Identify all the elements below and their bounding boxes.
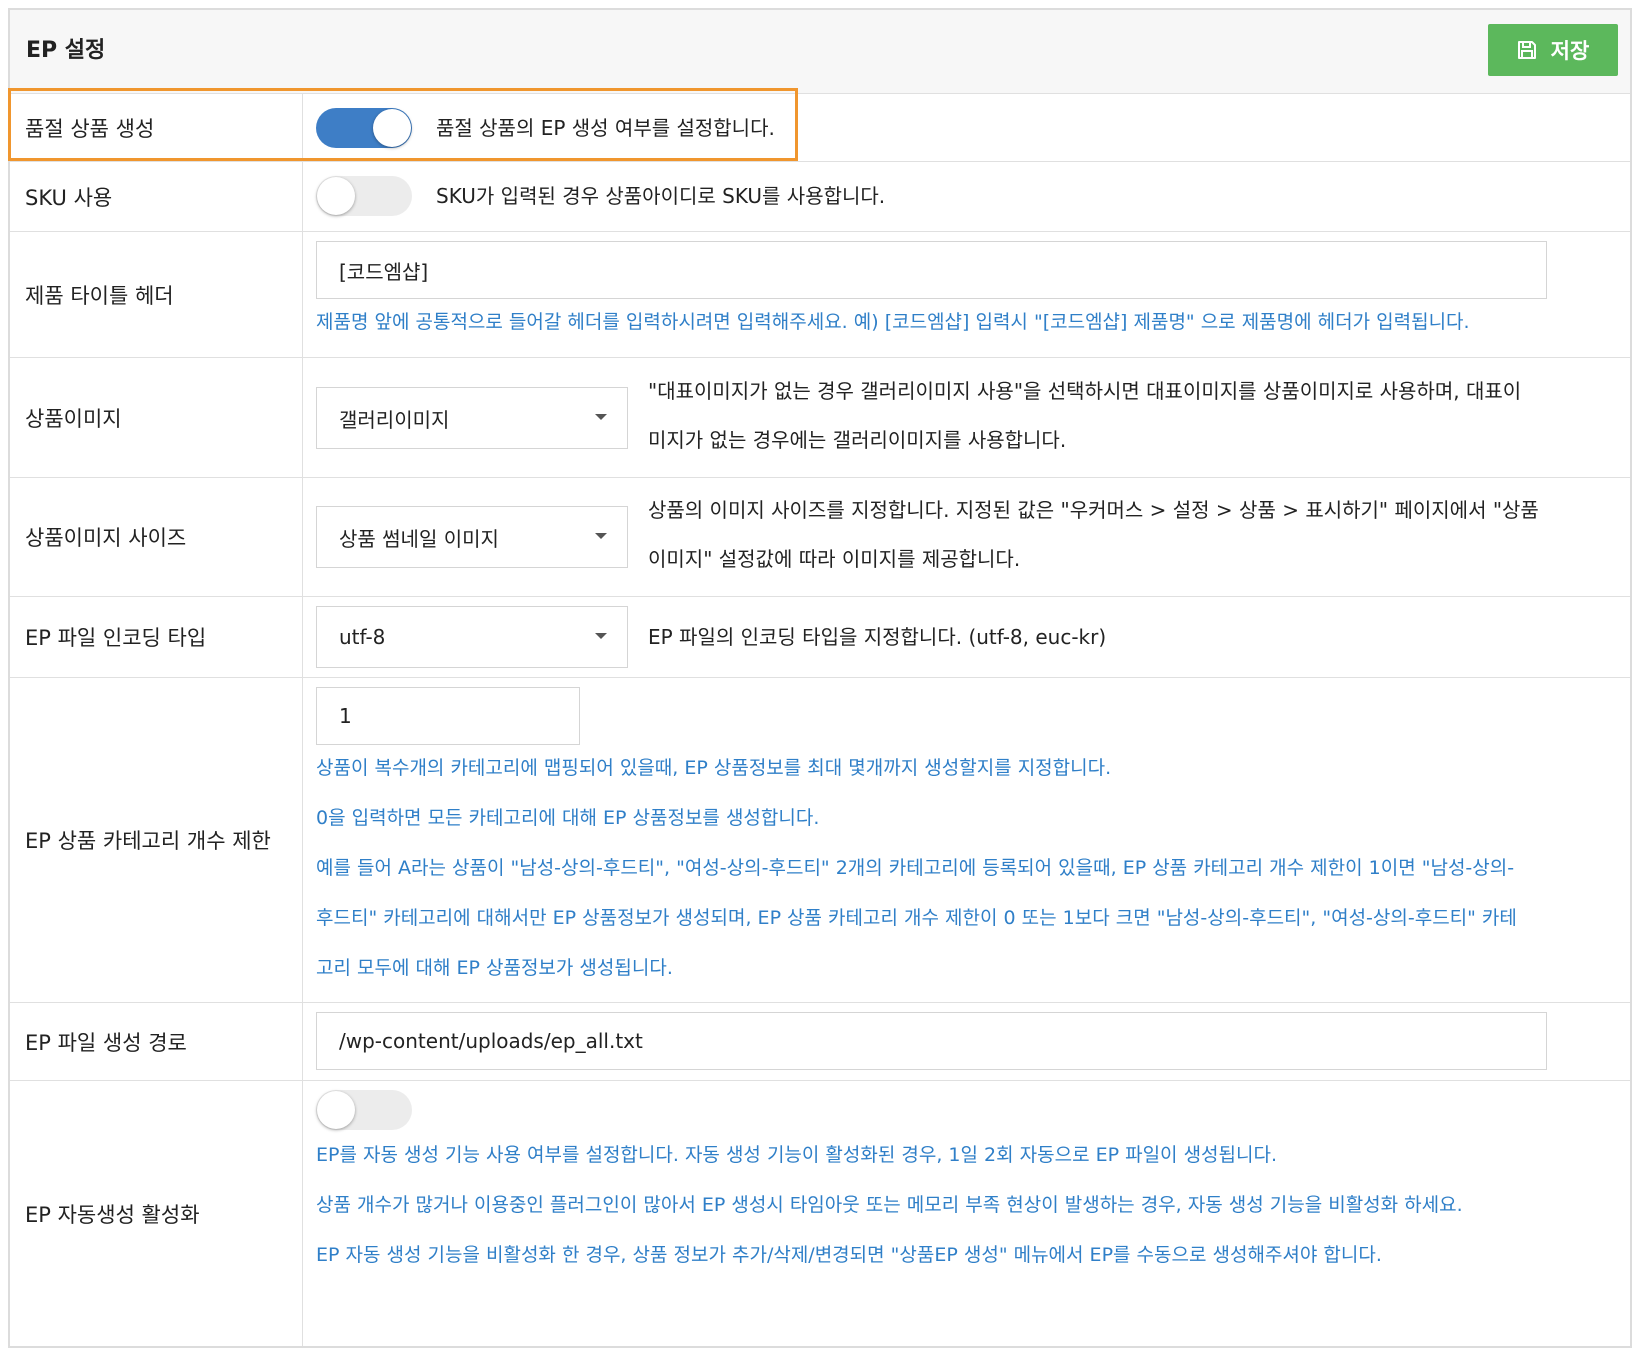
- row-label-file-path: EP 파일 생성 경로: [10, 1003, 303, 1080]
- file-path-input[interactable]: /wp-content/uploads/ep_all.txt: [316, 1012, 1547, 1070]
- toggle-knob: [373, 109, 411, 147]
- image-size-select[interactable]: 상품 썸네일 이미지: [316, 506, 628, 568]
- encoding-select[interactable]: utf-8: [316, 606, 628, 668]
- row-content-auto-generate: EP를 자동 생성 기능 사용 여부를 설정합니다. 자동 생성 기능이 활성화…: [303, 1081, 1630, 1346]
- row-encoding: EP 파일 인코딩 타입 utf-8 EP 파일의 인코딩 타입을 지정합니다.…: [10, 596, 1630, 677]
- row-content-product-image: 갤러리이미지 "대표이미지가 없는 경우 갤러리이미지 사용"을 선택하시면 대…: [303, 358, 1630, 477]
- save-button-label: 저장: [1550, 39, 1590, 63]
- toggle-knob: [317, 1091, 355, 1129]
- row-auto-generate: EP 자동생성 활성화 EP를 자동 생성 기능 사용 여부를 설정합니다. 자…: [10, 1080, 1630, 1346]
- product-image-selected: 갤러리이미지: [339, 407, 450, 432]
- image-size-description-line2: 이미지" 설정값에 따라 이미지를 제공합니다.: [648, 547, 1021, 571]
- product-image-description-line2: 미지가 없는 경우에는 갤러리이미지를 사용합니다.: [648, 428, 1067, 452]
- sku-description: SKU가 입력된 경우 상품아이디로 SKU를 사용합니다.: [436, 184, 886, 208]
- row-label-soldout: 품절 상품 생성: [10, 94, 303, 161]
- row-product-image: 상품이미지 갤러리이미지 "대표이미지가 없는 경우 갤러리이미지 사용"을 선…: [10, 357, 1630, 477]
- row-content-image-size: 상품 썸네일 이미지 상품의 이미지 사이즈를 지정합니다. 지정된 값은 "우…: [303, 478, 1630, 596]
- row-label-title-header: 제품 타이틀 헤더: [10, 232, 303, 357]
- category-limit-help-line5: 고리 모두에 대해 EP 상품정보가 생성됩니다.: [316, 957, 673, 979]
- row-content-category-limit: 1 상품이 복수개의 카테고리에 맵핑되어 있을때, EP 상품정보를 최대 몇…: [303, 678, 1630, 1002]
- auto-generate-help-line2: 상품 개수가 많거나 이용중인 플러그인이 많아서 EP 생성시 타임아웃 또는…: [316, 1194, 1463, 1216]
- row-sku: SKU 사용 SKU가 입력된 경우 상품아이디로 SKU를 사용합니다.: [10, 161, 1630, 231]
- row-image-size: 상품이미지 사이즈 상품 썸네일 이미지 상품의 이미지 사이즈를 지정합니다.…: [10, 477, 1630, 596]
- category-limit-help-line2: 0을 입력하면 모든 카테고리에 대해 EP 상품정보를 생성합니다.: [316, 807, 820, 829]
- panel-header: EP 설정 저장: [10, 10, 1630, 94]
- auto-generate-toggle[interactable]: [316, 1090, 412, 1130]
- auto-generate-help-line1: EP를 자동 생성 기능 사용 여부를 설정합니다. 자동 생성 기능이 활성화…: [316, 1144, 1278, 1166]
- row-label-encoding: EP 파일 인코딩 타입: [10, 597, 303, 677]
- floppy-disk-icon: [1517, 40, 1537, 60]
- row-content-title-header: [코드엠샵] 제품명 앞에 공통적으로 들어갈 헤더를 입력하시려면 입력해주세…: [303, 232, 1630, 357]
- product-image-description-line1: "대표이미지가 없는 경우 갤러리이미지 사용"을 선택하시면 대표이미지를 상…: [648, 379, 1522, 403]
- row-label-sku: SKU 사용: [10, 162, 303, 231]
- row-label-category-limit: EP 상품 카테고리 개수 제한: [10, 678, 303, 1002]
- chevron-down-icon: [595, 633, 607, 639]
- row-content-file-path: /wp-content/uploads/ep_all.txt: [303, 1003, 1630, 1080]
- row-content-encoding: utf-8 EP 파일의 인코딩 타입을 지정합니다. (utf-8, euc-…: [303, 597, 1630, 677]
- row-soldout: 품절 상품 생성 품절 상품의 EP 생성 여부를 설정합니다.: [10, 94, 1630, 161]
- chevron-down-icon: [595, 533, 607, 539]
- page-title: EP 설정: [26, 38, 106, 63]
- save-button[interactable]: 저장: [1488, 24, 1618, 76]
- encoding-selected: utf-8: [339, 625, 386, 649]
- image-size-description-line1: 상품의 이미지 사이즈를 지정합니다. 지정된 값은 "우커머스 > 설정 > …: [648, 498, 1539, 522]
- toggle-knob: [317, 177, 355, 215]
- product-image-select[interactable]: 갤러리이미지: [316, 387, 628, 449]
- row-content-soldout: 품절 상품의 EP 생성 여부를 설정합니다.: [303, 94, 1630, 161]
- auto-generate-help-line3: EP 자동 생성 기능을 비활성화 한 경우, 상품 정보가 추가/삭제/변경되…: [316, 1244, 1382, 1266]
- ep-settings-panel: EP 설정 저장 품절 상품 생성 품절 상품의 EP 생성 여부를 설정합니다…: [8, 8, 1632, 1348]
- soldout-toggle[interactable]: [316, 108, 412, 148]
- encoding-description: EP 파일의 인코딩 타입을 지정합니다. (utf-8, euc-kr): [648, 625, 1107, 649]
- row-label-product-image: 상품이미지: [10, 358, 303, 477]
- row-content-sku: SKU가 입력된 경우 상품아이디로 SKU를 사용합니다.: [303, 162, 1630, 231]
- soldout-description: 품절 상품의 EP 생성 여부를 설정합니다.: [436, 116, 775, 140]
- row-category-limit: EP 상품 카테고리 개수 제한 1 상품이 복수개의 카테고리에 맵핑되어 있…: [10, 677, 1630, 1002]
- row-file-path: EP 파일 생성 경로 /wp-content/uploads/ep_all.t…: [10, 1002, 1630, 1080]
- row-label-auto-generate: EP 자동생성 활성화: [10, 1081, 303, 1346]
- category-limit-input[interactable]: 1: [316, 687, 580, 745]
- category-limit-help-line1: 상품이 복수개의 카테고리에 맵핑되어 있을때, EP 상품정보를 최대 몇개까…: [316, 757, 1112, 779]
- category-limit-help-line4: 후드티" 카테고리에 대해서만 EP 상품정보가 생성되며, EP 상품 카테고…: [316, 907, 1517, 929]
- row-title-header: 제품 타이틀 헤더 [코드엠샵] 제품명 앞에 공통적으로 들어갈 헤더를 입력…: [10, 231, 1630, 357]
- row-label-image-size: 상품이미지 사이즈: [10, 478, 303, 596]
- chevron-down-icon: [595, 414, 607, 420]
- sku-toggle[interactable]: [316, 176, 412, 216]
- title-header-help: 제품명 앞에 공통적으로 들어갈 헤더를 입력하시려면 입력해주세요. 예) […: [316, 311, 1470, 333]
- category-limit-help-line3: 예를 들어 A라는 상품이 "남성-상의-후드티", "여성-상의-후드티" 2…: [316, 857, 1515, 879]
- title-header-input[interactable]: [코드엠샵]: [316, 241, 1547, 299]
- image-size-selected: 상품 썸네일 이미지: [339, 526, 499, 551]
